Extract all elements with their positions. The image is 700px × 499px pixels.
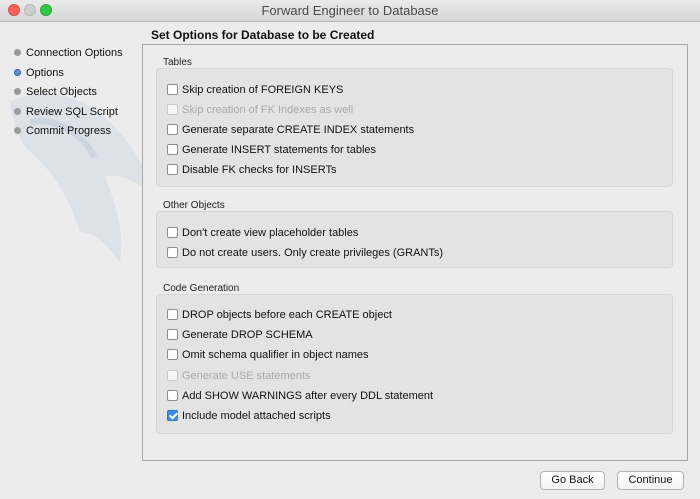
option-label: Do not create users. Only create privile… xyxy=(182,247,444,259)
page-title: Set Options for Database to be Created xyxy=(151,28,375,42)
step-status-icon xyxy=(14,49,21,56)
option-generate-use[interactable]: Generate USE statements xyxy=(167,370,310,384)
option-label: Disable FK checks for INSERTs xyxy=(182,164,337,176)
option-label: Don't create view placeholder tables xyxy=(182,227,359,239)
checkbox[interactable] xyxy=(167,370,178,381)
step-options: Options xyxy=(12,66,123,86)
checkbox[interactable] xyxy=(167,104,178,115)
option-label: Generate USE statements xyxy=(182,370,311,382)
step-review-sql-script: Review SQL Script xyxy=(12,105,123,125)
wizard-steps-sidebar: Connection Options Options Select Object… xyxy=(0,22,160,462)
option-no-create-users[interactable]: Do not create users. Only create privile… xyxy=(167,247,443,261)
step-label: Options xyxy=(26,66,64,79)
option-separate-create-index[interactable]: Generate separate CREATE INDEX statement… xyxy=(167,124,414,138)
step-status-icon xyxy=(14,127,21,134)
go-back-button[interactable]: Go Back xyxy=(540,471,605,490)
wizard-steps-list: Connection Options Options Select Object… xyxy=(12,46,123,144)
checkbox[interactable] xyxy=(167,227,178,238)
checkbox[interactable] xyxy=(167,164,178,175)
step-commit-progress: Commit Progress xyxy=(12,124,123,144)
option-label: Generate separate CREATE INDEX statement… xyxy=(182,124,415,136)
step-connection-options: Connection Options xyxy=(12,46,123,66)
option-include-model-scripts[interactable]: Include model attached scripts xyxy=(167,410,331,424)
step-status-icon xyxy=(14,88,21,95)
option-label: Include model attached scripts xyxy=(182,410,331,422)
step-select-objects: Select Objects xyxy=(12,85,123,105)
option-label: DROP objects before each CREATE object xyxy=(182,309,392,321)
group-title-code-generation: Code Generation xyxy=(163,283,240,294)
step-label: Commit Progress xyxy=(26,125,111,137)
step-label: Select Objects xyxy=(26,86,97,98)
group-title-other-objects: Other Objects xyxy=(163,200,225,211)
option-show-warnings[interactable]: Add SHOW WARNINGS after every DDL statem… xyxy=(167,390,433,404)
option-label: Generate DROP SCHEMA xyxy=(182,329,313,341)
option-skip-foreign-keys[interactable]: Skip creation of FOREIGN KEYS xyxy=(167,84,343,98)
forward-engineer-window: Forward Engineer to Database Connection … xyxy=(0,0,700,499)
option-generate-drop-schema[interactable]: Generate DROP SCHEMA xyxy=(167,329,313,343)
checkbox[interactable] xyxy=(167,309,178,320)
step-label: Review SQL Script xyxy=(26,105,118,118)
group-title-tables: Tables xyxy=(163,57,192,68)
checkbox[interactable] xyxy=(167,84,178,95)
option-label: Omit schema qualifier in object names xyxy=(182,349,369,361)
checkbox-checked[interactable] xyxy=(167,410,178,421)
checkbox[interactable] xyxy=(167,247,178,258)
option-no-view-placeholders[interactable]: Don't create view placeholder tables xyxy=(167,227,358,241)
option-disable-fk-checks[interactable]: Disable FK checks for INSERTs xyxy=(167,164,336,178)
checkbox[interactable] xyxy=(167,124,178,135)
option-drop-before-create[interactable]: DROP objects before each CREATE object xyxy=(167,309,392,323)
option-skip-fk-indexes[interactable]: Skip creation of FK Indexes as well xyxy=(167,104,353,118)
option-label: Skip creation of FOREIGN KEYS xyxy=(182,84,344,96)
title-bar: Forward Engineer to Database xyxy=(0,0,700,22)
step-current-icon xyxy=(14,68,21,76)
option-label: Add SHOW WARNINGS after every DDL statem… xyxy=(182,390,434,402)
checkbox[interactable] xyxy=(167,144,178,155)
option-generate-insert[interactable]: Generate INSERT statements for tables xyxy=(167,144,376,158)
checkbox[interactable] xyxy=(167,329,178,340)
continue-button[interactable]: Continue xyxy=(617,471,684,490)
checkbox[interactable] xyxy=(167,390,178,401)
option-omit-schema-qualifier[interactable]: Omit schema qualifier in object names xyxy=(167,349,368,363)
step-label: Connection Options xyxy=(26,47,123,59)
checkbox[interactable] xyxy=(167,349,178,360)
window-title: Forward Engineer to Database xyxy=(261,3,439,18)
step-status-icon xyxy=(14,107,21,115)
option-label: Skip creation of FK Indexes as well xyxy=(182,104,354,116)
option-label: Generate INSERT statements for tables xyxy=(182,144,377,156)
